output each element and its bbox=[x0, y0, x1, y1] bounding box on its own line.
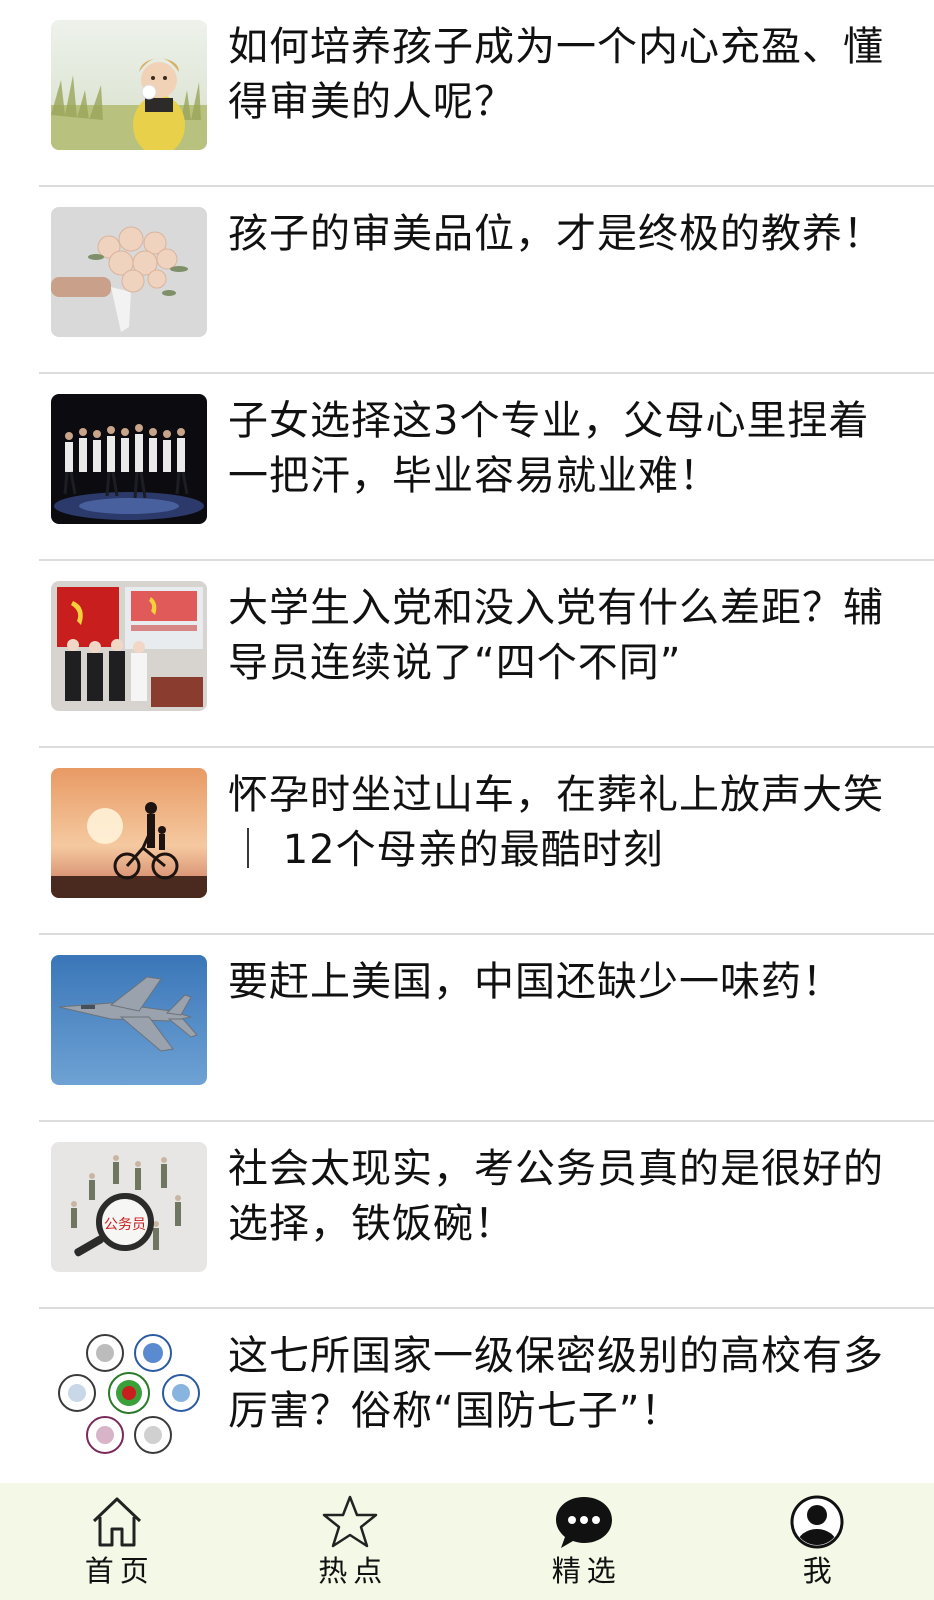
article-thumbnail[interactable] bbox=[51, 581, 207, 711]
civil-servant-magnifier-image: 公务员 bbox=[51, 1142, 207, 1272]
party-meeting-image bbox=[51, 581, 207, 711]
article-title[interactable]: 孩子的审美品位，才是终极的教养！ bbox=[228, 207, 898, 262]
article-title[interactable]: 大学生入党和没入党有什么差距？辅导员连续说了“四个不同” bbox=[228, 581, 898, 691]
article-title[interactable]: 怀孕时坐过山车，在葬礼上放声大笑 ｜ 12个母亲的最酷时刻 bbox=[228, 768, 898, 878]
home-icon bbox=[92, 1497, 141, 1547]
article-item[interactable]: 大学生入党和没入党有什么差距？辅导员连续说了“四个不同” bbox=[0, 561, 934, 748]
tab-label: 热点 bbox=[318, 1554, 389, 1588]
article-feed: 如何培养孩子成为一个内心充盈、懂得审美的人呢？ 孩子的审美品位，才是终极的教养！… bbox=[0, 0, 934, 1483]
article-item[interactable]: 孩子的审美品位，才是终极的教养！ bbox=[0, 187, 934, 374]
dance-group-stage-image bbox=[51, 394, 207, 524]
user-icon bbox=[790, 1495, 844, 1549]
article-title[interactable]: 要赶上美国，中国还缺少一味药！ bbox=[228, 955, 898, 1010]
article-thumbnail[interactable]: 公务员 bbox=[51, 1142, 207, 1272]
sunset-bicycle-image bbox=[51, 768, 207, 898]
article-thumbnail[interactable] bbox=[51, 1329, 207, 1459]
tab-label: 精选 bbox=[551, 1554, 622, 1588]
tab-hot[interactable]: 热点 bbox=[234, 1483, 468, 1600]
article-item[interactable]: 公务员 社会太现实，考公务员真的是很好的选择，铁饭碗！ bbox=[0, 1122, 934, 1309]
thumbnail-caption: 公务员 bbox=[104, 1217, 146, 1233]
article-title[interactable]: 如何培养孩子成为一个内心充盈、懂得审美的人呢？ bbox=[228, 20, 898, 130]
article-title[interactable]: 社会太现实，考公务员真的是很好的选择，铁饭碗！ bbox=[228, 1142, 898, 1252]
article-title[interactable]: 这七所国家一级保密级别的高校有多厉害？俗称“国防七子”！ bbox=[228, 1329, 898, 1439]
star-icon bbox=[323, 1495, 378, 1548]
article-item[interactable]: 怀孕时坐过山车，在葬礼上放声大笑 ｜ 12个母亲的最酷时刻 bbox=[0, 748, 934, 935]
tab-label: 我 bbox=[802, 1554, 838, 1588]
article-item[interactable]: 这七所国家一级保密级别的高校有多厉害？俗称“国防七子”！ bbox=[0, 1309, 934, 1483]
tab-label: 首页 bbox=[84, 1554, 155, 1588]
article-thumbnail[interactable] bbox=[51, 207, 207, 337]
article-item[interactable]: 子女选择这3个专业，父母心里捏着一把汗，毕业容易就业难！ bbox=[0, 374, 934, 561]
article-thumbnail[interactable] bbox=[51, 20, 207, 150]
bottom-tab-bar: 首页 热点 精选 我 bbox=[0, 1483, 934, 1600]
chat-bubble-icon bbox=[555, 1497, 612, 1548]
article-thumbnail[interactable] bbox=[51, 394, 207, 524]
article-title[interactable]: 子女选择这3个专业，父母心里捏着一把汗，毕业容易就业难！ bbox=[228, 394, 898, 504]
girl-with-dandelion-image bbox=[51, 20, 207, 150]
article-thumbnail[interactable] bbox=[51, 955, 207, 1085]
tab-featured[interactable]: 精选 bbox=[467, 1483, 701, 1600]
tab-me[interactable]: 我 bbox=[701, 1483, 934, 1600]
rose-bouquet-image bbox=[51, 207, 207, 337]
tab-home[interactable]: 首页 bbox=[0, 1483, 234, 1600]
article-item[interactable]: 要赶上美国，中国还缺少一味药！ bbox=[0, 935, 934, 1122]
university-seals-image bbox=[51, 1329, 207, 1459]
article-thumbnail[interactable] bbox=[51, 768, 207, 898]
fighter-jet-image bbox=[51, 955, 207, 1085]
article-item[interactable]: 如何培养孩子成为一个内心充盈、懂得审美的人呢？ bbox=[0, 0, 934, 187]
